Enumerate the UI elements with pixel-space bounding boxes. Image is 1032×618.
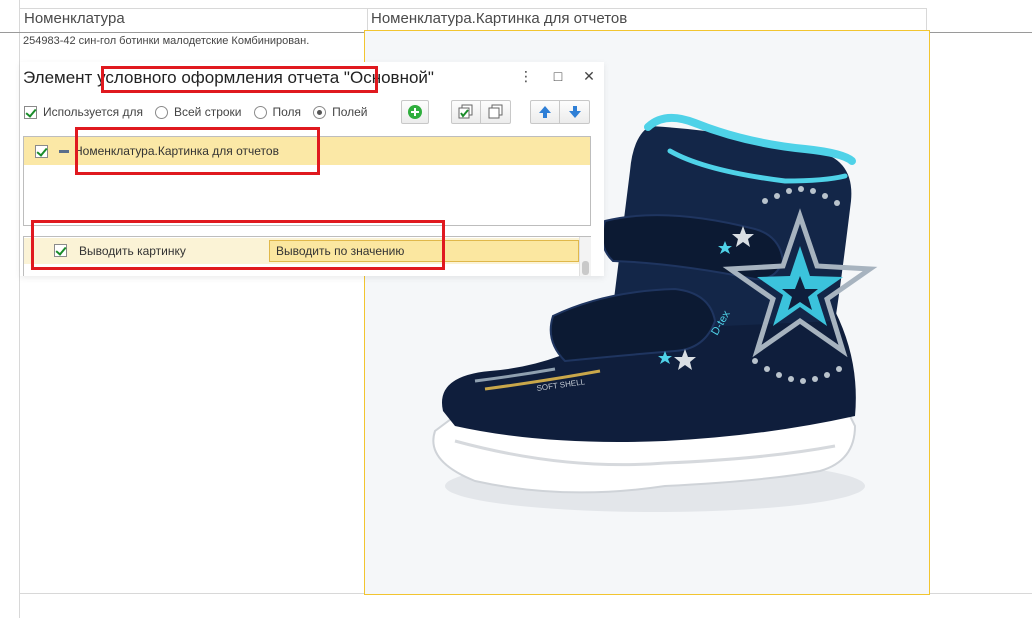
arrow-down-icon [568, 106, 581, 118]
setting-value[interactable]: Выводить по значению [269, 240, 579, 262]
move-buttons [530, 100, 590, 124]
radio-field-label: Поля [272, 105, 302, 119]
grid-line [367, 8, 368, 32]
add-button[interactable] [401, 100, 429, 124]
conditional-format-dialog: Элемент условного оформления отчета "Осн… [20, 62, 604, 276]
column-header-nomenclature[interactable]: Номенклатура [24, 10, 125, 27]
close-icon[interactable]: ✕ [580, 67, 598, 85]
dialog-title: Элемент условного оформления отчета "Осн… [23, 68, 434, 87]
used-for-label: Используется для [43, 105, 143, 119]
plus-icon [408, 105, 422, 119]
used-for-checkbox[interactable] [24, 105, 37, 119]
move-up-button[interactable] [531, 101, 560, 123]
radio-whole-row-label: Всей строки [174, 105, 242, 119]
setting-name: Выводить картинку [79, 244, 186, 258]
radio-fields[interactable] [313, 105, 327, 119]
column-header-report-picture[interactable]: Номенклатура.Картинка для отчетов [371, 10, 627, 27]
more-menu-icon[interactable]: ⋮ [517, 67, 535, 85]
radio-whole-row[interactable] [155, 105, 168, 119]
restore-icon[interactable]: □ [549, 67, 567, 85]
collapse-icon[interactable] [59, 149, 69, 153]
check-all-icon [458, 104, 473, 119]
fields-list[interactable]: Номенклатура.Картинка для отчетов [23, 136, 591, 226]
move-down-button[interactable] [560, 101, 589, 123]
field-checkbox[interactable] [35, 144, 48, 158]
table-row[interactable]: Выводить картинку Выводить по значению [24, 238, 579, 264]
uncheck-all-icon [488, 104, 502, 119]
nomenclature-cell[interactable]: 254983-42 син-гол ботинки малодетские Ко… [23, 35, 309, 47]
output-picture-checkbox[interactable] [54, 244, 67, 257]
grid-line [926, 8, 927, 32]
scrollbar[interactable] [579, 237, 591, 276]
list-item[interactable]: Номенклатура.Картинка для отчетов [24, 137, 590, 165]
arrow-up-icon [539, 106, 551, 118]
check-all-button[interactable] [451, 100, 511, 124]
radio-fields-label: Полей [332, 105, 368, 119]
radio-field[interactable] [253, 105, 267, 119]
appearance-settings-grid: Выводить картинку Выводить по значению [23, 236, 591, 276]
apply-to-options: Используется для Всей строки Поля Полей [24, 100, 367, 124]
field-label: Номенклатура.Картинка для отчетов [74, 144, 279, 158]
grid-line [19, 8, 926, 9]
